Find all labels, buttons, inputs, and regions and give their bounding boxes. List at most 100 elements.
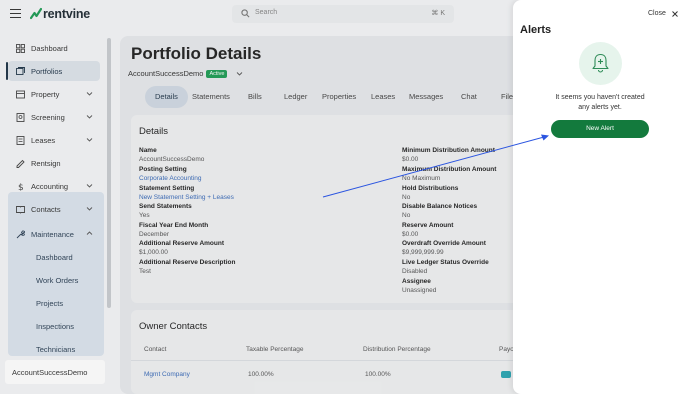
sidebar-item-portfolios[interactable]: Portfolios <box>6 61 100 81</box>
logo[interactable]: rentvine <box>30 7 90 21</box>
owner-contact-link[interactable]: Mgmt Company <box>144 371 190 378</box>
field-value: Disabled <box>402 268 428 276</box>
empty-state-message: It seems you haven't created any alerts … <box>555 94 645 111</box>
field-value: Test <box>139 268 151 276</box>
field-value: $0.00 <box>402 156 419 164</box>
sidebar-item-label: Rentsign <box>31 158 61 168</box>
field-label: Maximum Distribution Amount <box>402 166 497 173</box>
sidebar-item-label: Property <box>31 89 60 99</box>
field-label: Disable Balance Notices <box>402 203 478 210</box>
account-switcher[interactable]: AccountSuccessDemo <box>5 360 105 384</box>
tab-properties[interactable]: Properties <box>322 86 356 108</box>
sidebar-item-leases[interactable]: Leases <box>8 130 100 150</box>
field-value: No Maximum <box>402 175 441 183</box>
field-value: Yes <box>139 212 150 220</box>
field-label: Send Statements <box>139 203 192 210</box>
account-name: AccountSuccessDemo <box>128 69 204 78</box>
rentsign-icon <box>16 159 25 168</box>
field-value: Unassigned <box>402 287 437 295</box>
details-title: Details <box>139 126 169 137</box>
sidebar-item-property[interactable]: Property <box>8 84 100 104</box>
sidebar-item-rentsign[interactable]: Rentsign <box>8 153 100 173</box>
field-assignee: Assignee Unassigned <box>402 277 436 296</box>
field-label: Fiscal Year End Month <box>139 222 209 229</box>
field-name: Name AccountSuccessDemo <box>139 146 204 165</box>
tab-bills[interactable]: Bills <box>248 86 262 108</box>
field-label: Additional Reserve Amount <box>139 240 224 247</box>
field-label: Minimum Distribution Amount <box>402 147 495 154</box>
field-send-statements: Send Statements Yes <box>139 202 192 221</box>
tab-chat[interactable]: Chat <box>461 86 477 108</box>
field-maximum-distribution: Maximum Distribution Amount No Maximum <box>402 165 496 184</box>
screening-icon <box>16 112 25 122</box>
sidebar-item-label: Leases <box>31 135 56 145</box>
chevron-down-icon <box>86 138 93 142</box>
field-posting-setting: Posting Setting Corporate Accounting <box>139 165 202 184</box>
field-live-ledger-status: Live Ledger Status Override Disabled <box>402 258 489 277</box>
property-icon <box>16 90 25 98</box>
tab-leases[interactable]: Leases <box>371 86 395 108</box>
field-label: Reserve Amount <box>402 222 454 229</box>
field-label: Live Ledger Status Override <box>402 259 489 266</box>
svg-text:$: $ <box>18 183 24 191</box>
field-value: $9,999,999.99 <box>402 249 444 257</box>
sidebar-item-contacts[interactable]: Contacts <box>8 199 100 219</box>
new-alert-button[interactable]: New Alert <box>551 120 649 138</box>
field-statement-setting: Statement Setting New Statement Setting … <box>139 184 234 203</box>
field-value: No <box>402 212 411 220</box>
column-header-payout: Payo <box>499 346 514 353</box>
tab-messages[interactable]: Messages <box>409 86 443 108</box>
posting-setting-link[interactable]: Corporate Accounting <box>139 174 202 183</box>
sidebar-item-screening[interactable]: Screening <box>8 107 100 127</box>
owner-taxable-cell: 100.00% <box>248 371 274 378</box>
status-badge: Active <box>206 69 228 78</box>
field-fiscal-year-end: Fiscal Year End Month December <box>139 221 208 240</box>
column-header-contact: Contact <box>144 346 167 353</box>
sidebar-subitem-work-orders[interactable]: Work Orders <box>36 276 78 285</box>
sidebar-item-dashboard[interactable]: Dashboard <box>8 38 100 58</box>
close-icon <box>672 10 678 17</box>
bell-illustration <box>579 42 622 85</box>
sidebar-item-accounting[interactable]: $ Accounting <box>8 176 100 196</box>
search-placeholder: Search <box>255 9 278 16</box>
field-reserve-amount: Reserve Amount $0.00 <box>402 221 453 240</box>
account-selector[interactable]: AccountSuccessDemo Active <box>128 69 243 78</box>
owner-contacts-title: Owner Contacts <box>139 321 208 332</box>
column-header-taxable: Taxable Percentage <box>246 346 304 353</box>
close-button[interactable]: Close <box>648 10 678 17</box>
menu-icon[interactable] <box>10 9 21 19</box>
portfolios-icon <box>16 66 25 75</box>
tab-details[interactable]: Details <box>145 86 188 108</box>
field-additional-reserve-amount: Additional Reserve Amount $1,000.00 <box>139 239 224 258</box>
chevron-down-icon <box>237 72 243 76</box>
field-value: AccountSuccessDemo <box>139 156 205 164</box>
owner-distribution-cell: 100.00% <box>365 371 391 378</box>
column-header-distribution: Distribution Percentage <box>363 346 431 353</box>
field-hold-distributions: Hold Distributions No <box>402 184 458 203</box>
sidebar-item-maintenance[interactable]: Maintenance <box>8 224 100 244</box>
field-value: $1,000.00 <box>139 249 168 257</box>
tab-ledger[interactable]: Ledger <box>284 86 307 108</box>
tab-statements[interactable]: Statements <box>192 86 230 108</box>
field-label: Posting Setting <box>139 166 187 173</box>
sidebar-subitem-technicians[interactable]: Technicians <box>36 345 75 354</box>
tab-files[interactable]: File <box>501 86 513 108</box>
payout-badge <box>501 371 511 378</box>
page-title: Portfolio Details <box>131 44 262 63</box>
sidebar-subitem-inspections[interactable]: Inspections <box>36 322 74 331</box>
dashboard-icon <box>16 43 25 53</box>
leases-icon <box>16 135 25 145</box>
field-label: Name <box>139 147 157 154</box>
sidebar-scrollbar[interactable] <box>107 38 111 308</box>
chevron-down-icon <box>86 115 93 119</box>
search-bar[interactable]: Search ⌘ K <box>232 5 454 23</box>
sidebar-item-label: Portfolios <box>31 66 63 76</box>
contacts-icon <box>16 205 25 214</box>
sidebar-subitem-projects[interactable]: Projects <box>36 299 63 308</box>
sidebar-subitem-dashboard[interactable]: Dashboard <box>36 253 73 262</box>
close-label: Close <box>648 10 666 17</box>
chevron-up-icon <box>86 231 93 235</box>
sidebar-item-label: Accounting <box>31 181 69 191</box>
divider <box>131 360 531 361</box>
sidebar-item-label: Screening <box>31 112 65 122</box>
